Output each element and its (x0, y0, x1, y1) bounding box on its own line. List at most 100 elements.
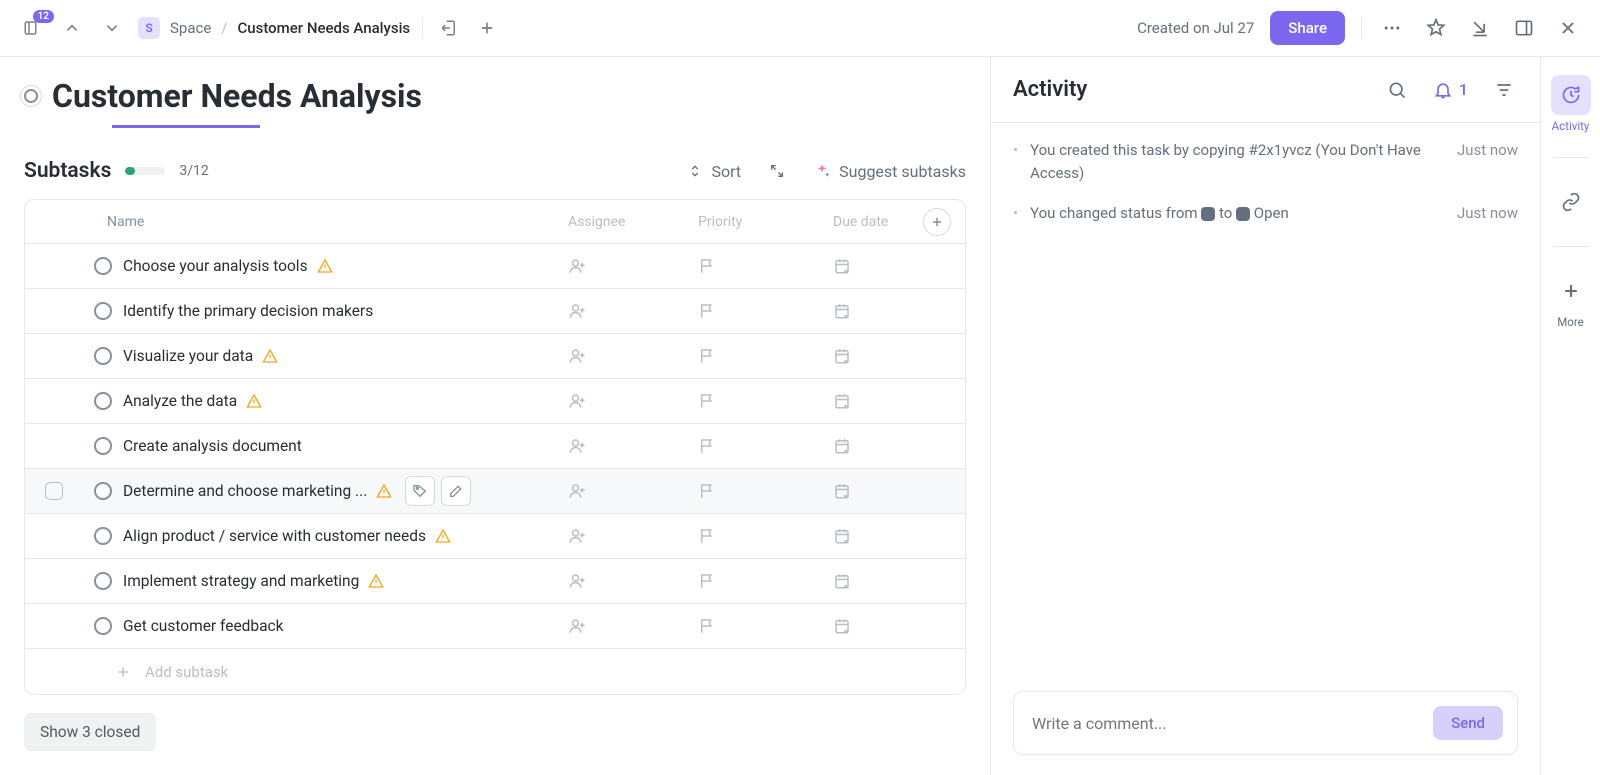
subtask-name: Create analysis document (123, 437, 302, 455)
priority-cell[interactable] (698, 392, 833, 410)
due-cell[interactable] (833, 392, 923, 410)
more-menu-button[interactable] (1378, 14, 1406, 42)
assignee-cell[interactable] (568, 302, 698, 320)
breadcrumb-separator: / (221, 19, 227, 37)
comment-input[interactable] (1032, 714, 1433, 733)
activity-time: Just now (1457, 139, 1518, 184)
space-icon: S (138, 17, 160, 39)
assignee-cell[interactable] (568, 347, 698, 365)
due-cell[interactable] (833, 482, 923, 500)
due-cell[interactable] (833, 347, 923, 365)
table-row[interactable]: Create analysis document (25, 424, 965, 469)
sidebar-toggle-button[interactable] (1510, 14, 1538, 42)
filter-activity-button[interactable] (1490, 76, 1518, 104)
task-status-circle[interactable] (24, 89, 38, 103)
priority-cell[interactable] (698, 437, 833, 455)
priority-cell[interactable] (698, 527, 833, 545)
rail-link[interactable] (1541, 178, 1600, 226)
table-row[interactable]: Analyze the data (25, 379, 965, 424)
table-row[interactable]: Visualize your data (25, 334, 965, 379)
row-status[interactable] (94, 257, 112, 275)
notifications-button[interactable]: 1 (1433, 80, 1468, 100)
col-name[interactable]: Name (83, 214, 568, 230)
edit-button[interactable] (441, 476, 471, 506)
rail-more[interactable]: More (1541, 267, 1600, 333)
add-subtask-row[interactable]: Add subtask (25, 649, 965, 694)
assignee-cell[interactable] (568, 257, 698, 275)
active-tab-indicator (112, 125, 260, 128)
table-row[interactable]: Implement strategy and marketing (25, 559, 965, 604)
priority-cell[interactable] (698, 572, 833, 590)
priority-cell[interactable] (698, 302, 833, 320)
activity-time: Just now (1457, 202, 1518, 225)
tag-button[interactable] (405, 476, 435, 506)
row-status[interactable] (94, 482, 112, 500)
row-status[interactable] (94, 617, 112, 635)
nav-prev-button[interactable] (58, 14, 86, 42)
suggest-subtasks-button[interactable]: Suggest subtasks (813, 162, 966, 181)
sort-button[interactable]: Sort (687, 162, 741, 181)
breadcrumb-current[interactable]: Customer Needs Analysis (238, 19, 411, 37)
right-rail: Activity More (1540, 57, 1600, 775)
col-priority[interactable]: Priority (698, 214, 833, 230)
assignee-cell[interactable] (568, 482, 698, 500)
share-button[interactable]: Share (1270, 11, 1345, 45)
due-cell[interactable] (833, 527, 923, 545)
row-status[interactable] (94, 527, 112, 545)
priority-cell[interactable] (698, 482, 833, 500)
send-button[interactable]: Send (1433, 706, 1503, 740)
due-cell[interactable] (833, 257, 923, 275)
subtask-name: Choose your analysis tools (123, 257, 308, 275)
subtask-name: Analyze the data (123, 392, 237, 410)
move-task-button[interactable] (435, 14, 463, 42)
topbar: 12 S Space / Customer Needs Analysis Cre… (0, 0, 1600, 57)
due-cell[interactable] (833, 437, 923, 455)
nav-badge: 12 (33, 10, 54, 23)
expand-button[interactable] (769, 163, 785, 179)
subtask-name: Align product / service with customer ne… (123, 527, 426, 545)
priority-cell[interactable] (698, 617, 833, 635)
table-row[interactable]: Determine and choose marketing ... (25, 469, 965, 514)
subtasks-progress-bar (125, 167, 165, 175)
priority-cell[interactable] (698, 347, 833, 365)
subtasks-heading: Subtasks (24, 159, 111, 183)
rail-activity[interactable]: Activity (1541, 71, 1600, 137)
due-cell[interactable] (833, 302, 923, 320)
favorite-button[interactable] (1422, 14, 1450, 42)
activity-heading: Activity (1013, 77, 1087, 102)
add-button[interactable] (473, 14, 501, 42)
table-row[interactable]: Identify the primary decision makers (25, 289, 965, 334)
show-closed-button[interactable]: Show 3 closed (24, 713, 156, 751)
close-button[interactable] (1554, 14, 1582, 42)
col-assignee[interactable]: Assignee (568, 214, 698, 230)
assignee-cell[interactable] (568, 572, 698, 590)
task-title[interactable]: Customer Needs Analysis (52, 77, 422, 115)
notif-count: 1 (1459, 80, 1468, 99)
col-due[interactable]: Due date (833, 214, 923, 230)
add-column-button[interactable] (923, 208, 951, 236)
row-status[interactable] (94, 437, 112, 455)
divider (422, 18, 423, 38)
task-main: Customer Needs Analysis Subtasks 3/12 So… (0, 57, 990, 775)
row-status[interactable] (94, 572, 112, 590)
row-status[interactable] (94, 302, 112, 320)
breadcrumb-space[interactable]: Space (170, 19, 211, 37)
download-button[interactable] (1466, 14, 1494, 42)
row-status[interactable] (94, 392, 112, 410)
assignee-cell[interactable] (568, 437, 698, 455)
table-row[interactable]: Align product / service with customer ne… (25, 514, 965, 559)
created-on-label: Created on Jul 27 (1137, 19, 1254, 37)
nav-next-button[interactable] (98, 14, 126, 42)
row-checkbox[interactable] (45, 482, 63, 500)
due-cell[interactable] (833, 617, 923, 635)
assignee-cell[interactable] (568, 392, 698, 410)
table-row[interactable]: Get customer feedback (25, 604, 965, 649)
table-row[interactable]: Choose your analysis tools (25, 244, 965, 289)
assignee-cell[interactable] (568, 527, 698, 545)
search-activity-button[interactable] (1383, 76, 1411, 104)
priority-cell[interactable] (698, 257, 833, 275)
row-status[interactable] (94, 347, 112, 365)
collapse-sidebar-button[interactable]: 12 (18, 14, 46, 42)
due-cell[interactable] (833, 572, 923, 590)
assignee-cell[interactable] (568, 617, 698, 635)
